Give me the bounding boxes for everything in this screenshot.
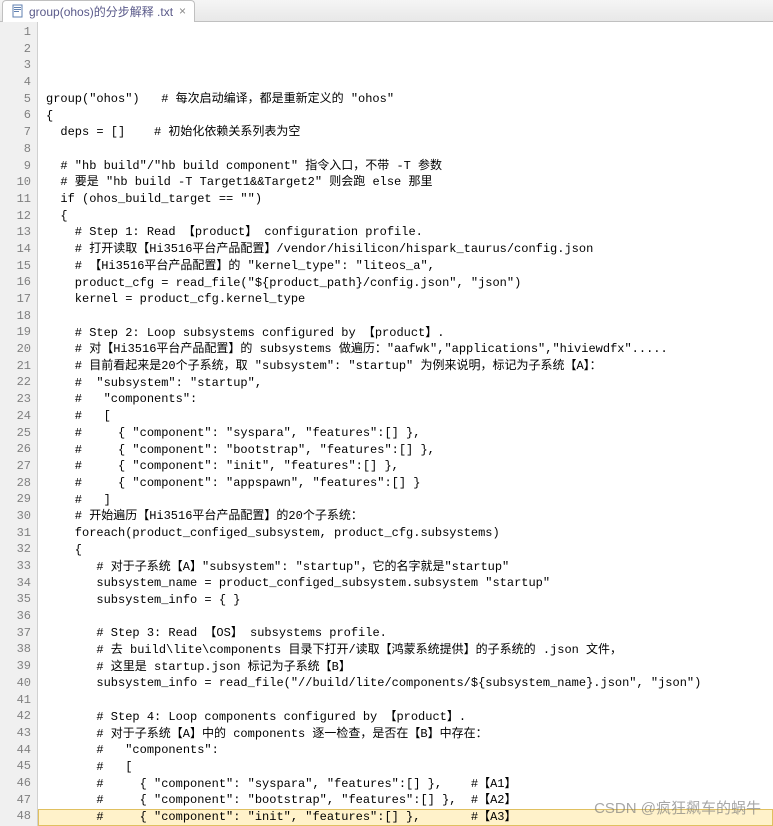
line-number: 1 [0, 24, 31, 41]
line-number: 29 [0, 491, 31, 508]
line-number: 38 [0, 641, 31, 658]
line-number: 22 [0, 374, 31, 391]
tab-bar: group(ohos)的分步解释 .txt × [0, 0, 773, 22]
line-number: 47 [0, 792, 31, 809]
line-number: 19 [0, 324, 31, 341]
line-number: 43 [0, 725, 31, 742]
line-number: 41 [0, 692, 31, 709]
code-body[interactable]: group("ohos") # 每次启动编译，都是重新定义的 "ohos" { … [38, 22, 773, 826]
line-number: 9 [0, 158, 31, 175]
watermark: CSDN @疯狂飙车的蜗牛 [594, 797, 761, 818]
line-number: 33 [0, 558, 31, 575]
line-number: 32 [0, 541, 31, 558]
line-number: 15 [0, 258, 31, 275]
line-number: 2 [0, 41, 31, 58]
line-number: 8 [0, 141, 31, 158]
line-number: 40 [0, 675, 31, 692]
line-number: 16 [0, 274, 31, 291]
line-number: 42 [0, 708, 31, 725]
line-number: 36 [0, 608, 31, 625]
line-number: 26 [0, 441, 31, 458]
line-number: 18 [0, 308, 31, 325]
code-container[interactable]: group("ohos") # 每次启动编译，都是重新定义的 "ohos" { … [38, 22, 773, 826]
tab-title: group(ohos)的分步解释 .txt [29, 3, 173, 20]
line-number: 23 [0, 391, 31, 408]
code-text[interactable]: group("ohos") # 每次启动编译，都是重新定义的 "ohos" { … [46, 74, 773, 826]
line-number: 27 [0, 458, 31, 475]
line-number: 35 [0, 591, 31, 608]
line-number: 13 [0, 224, 31, 241]
line-number: 24 [0, 408, 31, 425]
close-icon[interactable]: × [179, 4, 186, 18]
line-number: 39 [0, 658, 31, 675]
line-number: 21 [0, 358, 31, 375]
line-number: 17 [0, 291, 31, 308]
line-number-gutter: 1234567891011121314151617181920212223242… [0, 22, 38, 826]
line-number: 25 [0, 425, 31, 442]
line-number: 37 [0, 625, 31, 642]
line-number: 6 [0, 107, 31, 124]
line-number: 14 [0, 241, 31, 258]
line-number: 4 [0, 74, 31, 91]
line-number: 3 [0, 57, 31, 74]
file-tab[interactable]: group(ohos)的分步解释 .txt × [2, 0, 195, 22]
line-number: 28 [0, 475, 31, 492]
line-number: 5 [0, 91, 31, 108]
line-number: 10 [0, 174, 31, 191]
line-number: 12 [0, 208, 31, 225]
line-number: 31 [0, 525, 31, 542]
file-icon [11, 4, 25, 18]
line-number: 46 [0, 775, 31, 792]
line-number: 34 [0, 575, 31, 592]
line-number: 20 [0, 341, 31, 358]
line-number: 30 [0, 508, 31, 525]
line-number: 45 [0, 758, 31, 775]
line-number: 11 [0, 191, 31, 208]
line-number: 7 [0, 124, 31, 141]
line-number: 44 [0, 742, 31, 759]
line-number: 48 [0, 808, 31, 825]
editor-area: 1234567891011121314151617181920212223242… [0, 22, 773, 826]
